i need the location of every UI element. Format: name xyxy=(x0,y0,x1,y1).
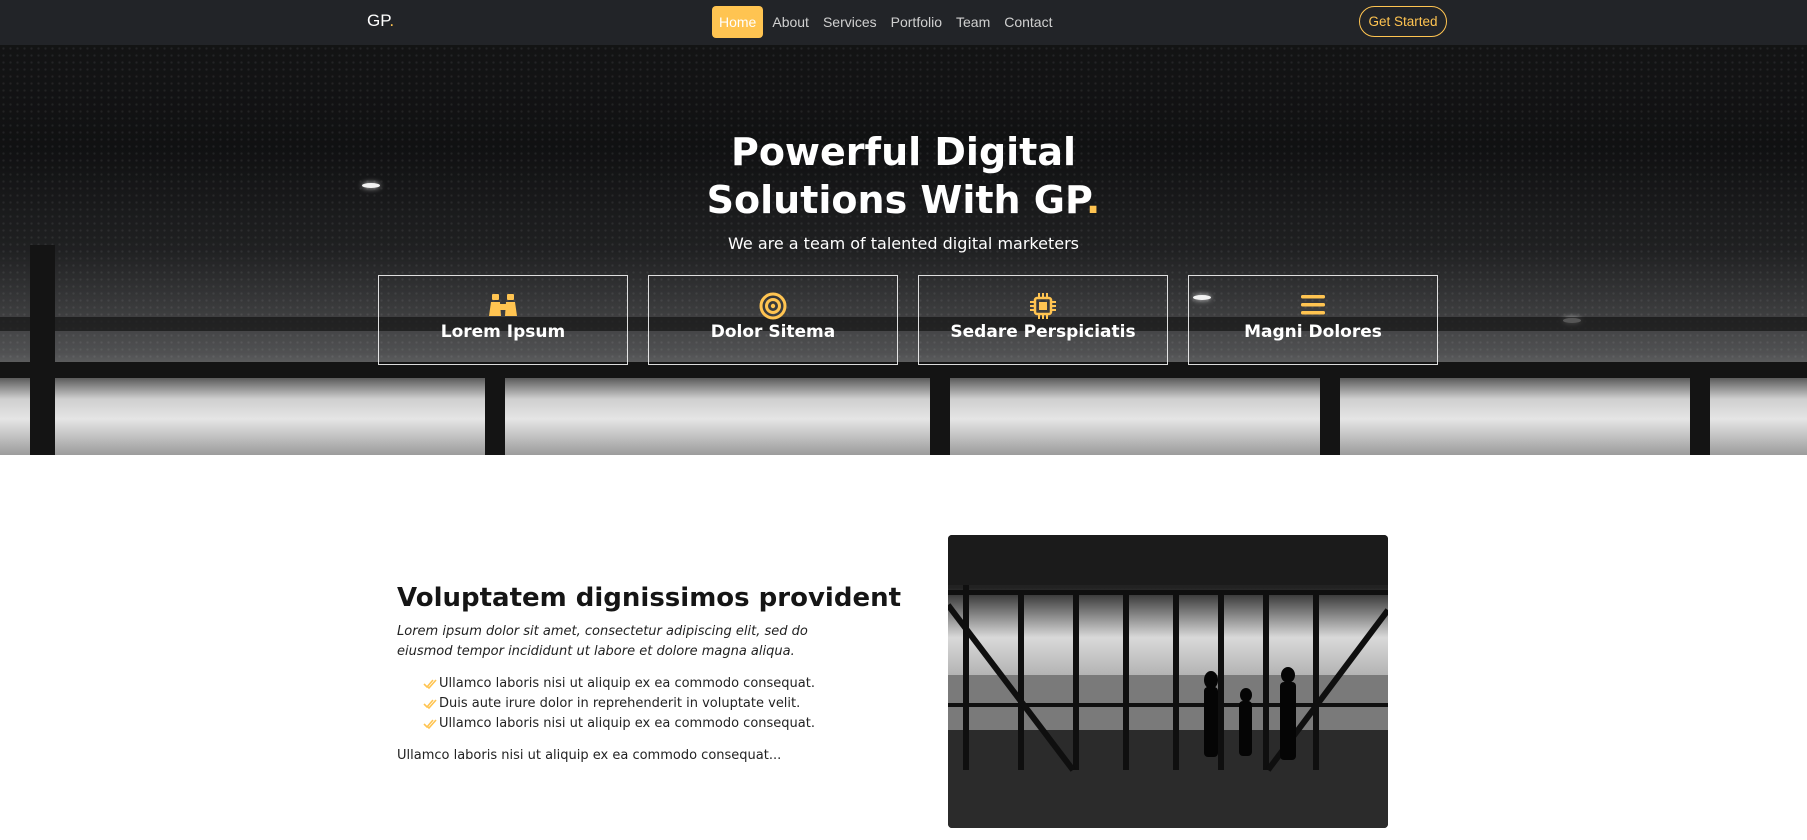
nav-home[interactable]: Home xyxy=(712,6,764,38)
nav-team[interactable]: Team xyxy=(949,6,997,38)
window-pillar xyxy=(485,375,505,455)
feature-label: Sedare Perspiciatis xyxy=(950,322,1136,342)
about-title: Voluptatem dignissimos provident xyxy=(397,583,902,613)
bullseye-icon xyxy=(649,292,897,320)
double-check-icon xyxy=(423,679,437,690)
about-lead: Lorem ipsum dolor sit amet, consectetur … xyxy=(397,624,808,659)
double-check-icon xyxy=(423,699,437,710)
ceiling-beam xyxy=(0,317,1807,331)
window-sky xyxy=(0,375,1807,455)
binoculars-icon xyxy=(379,292,627,320)
list-item: Duis aute irure dolor in reprehenderit i… xyxy=(423,694,815,714)
list-item: Ullamco laboris nisi ut aliquip ex ea co… xyxy=(423,714,815,734)
hero-title: Powerful Digital Solutions With GP. xyxy=(0,128,1807,224)
feature-box-dolor-sitema[interactable]: Dolor Sitema xyxy=(648,275,898,365)
menu-lines-icon xyxy=(1189,292,1437,320)
feature-box-sedare-perspiciatis[interactable]: Sedare Perspiciatis xyxy=(918,275,1168,365)
about-footer-text: Ullamco laboris nisi ut aliquip ex ea co… xyxy=(397,748,782,763)
double-check-icon xyxy=(423,719,437,730)
main-nav: Home About Services Portfolio Team Conta… xyxy=(712,6,1059,38)
hero-title-line2: Solutions With GP. xyxy=(706,178,1101,222)
window-pillar xyxy=(30,245,55,455)
window-pillar xyxy=(1690,375,1710,455)
feature-box-magni-dolores[interactable]: Magni Dolores xyxy=(1188,275,1438,365)
hero-title-line1: Powerful Digital xyxy=(730,130,1077,174)
get-started-button[interactable]: Get Started xyxy=(1359,6,1447,37)
nav-services[interactable]: Services xyxy=(816,6,884,38)
feature-label: Magni Dolores xyxy=(1244,322,1382,342)
nav-about[interactable]: About xyxy=(765,6,816,38)
about-office-photo xyxy=(948,535,1388,828)
hero-subtitle: We are a team of talented digital market… xyxy=(728,234,1079,253)
cpu-chip-icon xyxy=(919,292,1167,320)
site-header: GP. Home About Services Portfolio Team C… xyxy=(0,0,1807,45)
window-frame-top xyxy=(0,362,1807,378)
feature-label: Dolor Sitema xyxy=(710,322,836,342)
logo[interactable]: GP. xyxy=(367,11,394,31)
feature-box-lorem-ipsum[interactable]: Lorem Ipsum xyxy=(378,275,628,365)
list-item: Ullamco laboris nisi ut aliquip ex ea co… xyxy=(423,674,815,694)
window-pillar xyxy=(930,375,950,455)
nav-portfolio[interactable]: Portfolio xyxy=(884,6,949,38)
nav-contact[interactable]: Contact xyxy=(997,6,1059,38)
about-checklist: Ullamco laboris nisi ut aliquip ex ea co… xyxy=(423,674,815,734)
feature-label: Lorem Ipsum xyxy=(440,322,566,342)
window-pillar xyxy=(1320,375,1340,455)
